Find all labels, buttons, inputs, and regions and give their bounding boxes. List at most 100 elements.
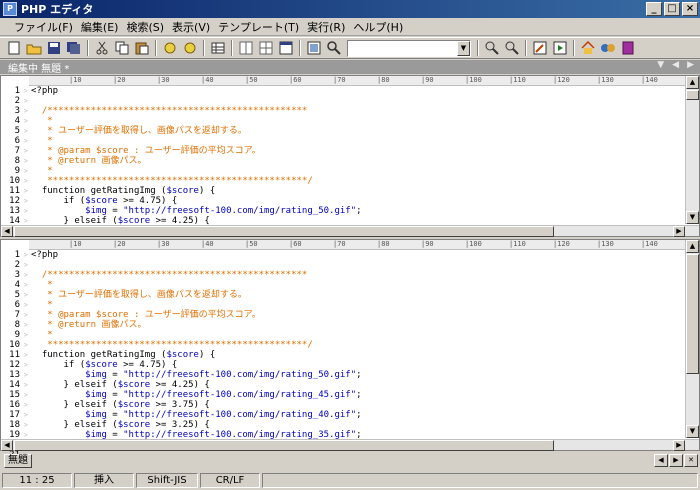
code-line[interactable]: $img = "http://freesoft-100.com/img/rati… — [31, 370, 685, 380]
code-line[interactable]: /***************************************… — [31, 270, 685, 280]
preview-icon[interactable] — [306, 40, 322, 56]
search-icon[interactable] — [326, 40, 342, 56]
code-line[interactable]: if ($score >= 4.75) { — [31, 196, 685, 206]
code-line[interactable]: ****************************************… — [31, 176, 685, 186]
doc-tab-next-icon[interactable]: ▶ — [669, 454, 683, 467]
code-line[interactable]: function getRatingImg ($score) { — [31, 186, 685, 196]
scroll-down-arrow-icon[interactable]: ▼ — [686, 211, 699, 224]
code-line[interactable]: function getRatingImg ($score) { — [31, 350, 685, 360]
code-line[interactable]: * @param $score : ユーザー評価の平均スコア。 — [31, 310, 685, 320]
code-line[interactable]: $img = "http://freesoft-100.com/img/rati… — [31, 390, 685, 400]
code-line[interactable]: * — [31, 330, 685, 340]
code-line[interactable]: /***************************************… — [31, 106, 685, 116]
ruler-tick: |140 — [641, 76, 658, 84]
table-icon[interactable] — [210, 40, 226, 56]
split-horizontal-icon[interactable] — [238, 40, 254, 56]
hscroll-thumb[interactable] — [14, 440, 554, 451]
scroll-right-arrow-icon[interactable]: ▶ — [673, 226, 685, 237]
save-all-icon[interactable] — [66, 40, 82, 56]
run-icon[interactable] — [552, 40, 568, 56]
horizontal-scrollbar[interactable]: ◀ ▶ — [1, 439, 699, 451]
scroll-down-arrow-icon[interactable]: ▼ — [686, 425, 699, 438]
tab-prev-icon[interactable]: ◀ — [672, 60, 679, 70]
edit-icon[interactable] — [532, 40, 548, 56]
code-line[interactable]: ****************************************… — [31, 340, 685, 350]
new-file-icon[interactable] — [6, 40, 22, 56]
menu-edit[interactable]: 編集(E) — [77, 19, 123, 35]
scroll-up-arrow-icon[interactable]: ▲ — [686, 240, 699, 253]
window-icon[interactable] — [278, 40, 294, 56]
search-combo[interactable]: ▼ — [347, 39, 471, 57]
code-line[interactable]: } elseif ($score >= 3.75) { — [31, 400, 685, 410]
editor-pane-bottom[interactable]: |10 |20 |30 |40 |50 |60 |70 |80 |90 |100 |110 |120 |… — [0, 239, 700, 460]
menu-template[interactable]: テンプレート(T) — [214, 19, 303, 35]
code-area[interactable]: <?php /*********************************… — [31, 250, 685, 450]
code-line[interactable]: * @return 画像パス。 — [31, 320, 685, 330]
editor-pane-top[interactable]: |10 |20 |30 |40 |50 |60 |70 |80 |90 |100 |110 |120 |… — [0, 75, 700, 237]
doc-tab-prev-icon[interactable]: ◀ — [654, 454, 668, 467]
home-icon[interactable] — [580, 40, 596, 56]
menu-run[interactable]: 実行(R) — [303, 19, 349, 35]
vertical-scrollbar[interactable]: ▲ ▼ — [685, 76, 699, 224]
scroll-thumb[interactable] — [686, 90, 699, 100]
find-next-icon[interactable] — [504, 40, 520, 56]
open-folder-icon[interactable] — [26, 40, 42, 56]
maximize-button[interactable]: □ — [664, 2, 680, 16]
scroll-right-arrow-icon[interactable]: ▶ — [673, 440, 685, 451]
code-line[interactable]: * ユーザー評価を取得し、画像パスを返却する。 — [31, 126, 685, 136]
code-line[interactable]: } elseif ($score >= 3.25) { — [31, 420, 685, 430]
code-line[interactable]: if ($score >= 4.75) { — [31, 360, 685, 370]
close-button[interactable]: × — [682, 2, 698, 16]
chevron-down-icon[interactable]: ▼ — [457, 40, 470, 56]
code-line[interactable]: <?php — [31, 86, 685, 96]
menu-file[interactable]: ファイル(F) — [10, 19, 77, 35]
code-line[interactable]: } elseif ($score >= 4.25) { — [31, 380, 685, 390]
code-line[interactable]: <?php — [31, 250, 685, 260]
code-line[interactable]: * — [31, 166, 685, 176]
horizontal-scrollbar[interactable]: ◀ ▶ — [1, 225, 699, 237]
line-number: 16 — [1, 400, 29, 410]
code-line[interactable]: * — [31, 300, 685, 310]
menu-view[interactable]: 表示(V) — [168, 19, 214, 35]
scroll-up-arrow-icon[interactable]: ▲ — [686, 76, 699, 89]
code-line[interactable] — [31, 260, 685, 270]
code-line[interactable]: * @param $score : ユーザー評価の平均スコア。 — [31, 146, 685, 156]
code-area[interactable]: <?php /*********************************… — [31, 86, 685, 236]
code-line[interactable]: * ユーザー評価を取得し、画像パスを返却する。 — [31, 290, 685, 300]
code-line[interactable]: $img = "http://freesoft-100.com/img/rati… — [31, 410, 685, 420]
toolbar-separator — [203, 40, 205, 56]
code-line[interactable]: * — [31, 280, 685, 290]
tab-list-down-icon[interactable]: ▼ — [657, 60, 664, 70]
scroll-thumb[interactable] — [686, 254, 699, 374]
document-tab[interactable]: 無題 — [4, 453, 32, 468]
code-line[interactable]: * @return 画像パス。 — [31, 156, 685, 166]
redo-icon[interactable] — [182, 40, 198, 56]
menu-search[interactable]: 検索(S) — [122, 19, 168, 35]
split-grid-icon[interactable] — [258, 40, 274, 56]
scroll-left-arrow-icon[interactable]: ◀ — [1, 440, 13, 451]
cut-icon[interactable] — [94, 40, 110, 56]
doc-close-icon[interactable]: ✕ — [684, 454, 698, 467]
code-line[interactable]: * — [31, 136, 685, 146]
ruler-tick: |10 — [69, 76, 82, 84]
line-number: 7 — [1, 310, 29, 320]
tab-next-icon[interactable]: ▶ — [687, 60, 694, 70]
paste-icon[interactable] — [134, 40, 150, 56]
settings-icon[interactable] — [600, 40, 616, 56]
save-icon[interactable] — [46, 40, 62, 56]
code-line[interactable] — [31, 96, 685, 106]
document-status-label: 編集中 無題 * — [8, 63, 70, 75]
vertical-scrollbar[interactable]: ▲ ▼ — [685, 240, 699, 438]
code-line[interactable]: * — [31, 116, 685, 126]
undo-icon[interactable] — [162, 40, 178, 56]
help-book-icon[interactable] — [620, 40, 636, 56]
menu-help[interactable]: ヘルプ(H) — [349, 19, 407, 35]
find-previous-icon[interactable] — [484, 40, 500, 56]
hscroll-thumb[interactable] — [14, 226, 554, 237]
copy-icon[interactable] — [114, 40, 130, 56]
ruler-tick: |60 — [289, 240, 302, 248]
minimize-button[interactable]: _ — [646, 2, 662, 16]
toolbar-separator — [155, 40, 157, 56]
code-line[interactable]: $img = "http://freesoft-100.com/img/rati… — [31, 206, 685, 216]
scroll-left-arrow-icon[interactable]: ◀ — [1, 226, 13, 237]
